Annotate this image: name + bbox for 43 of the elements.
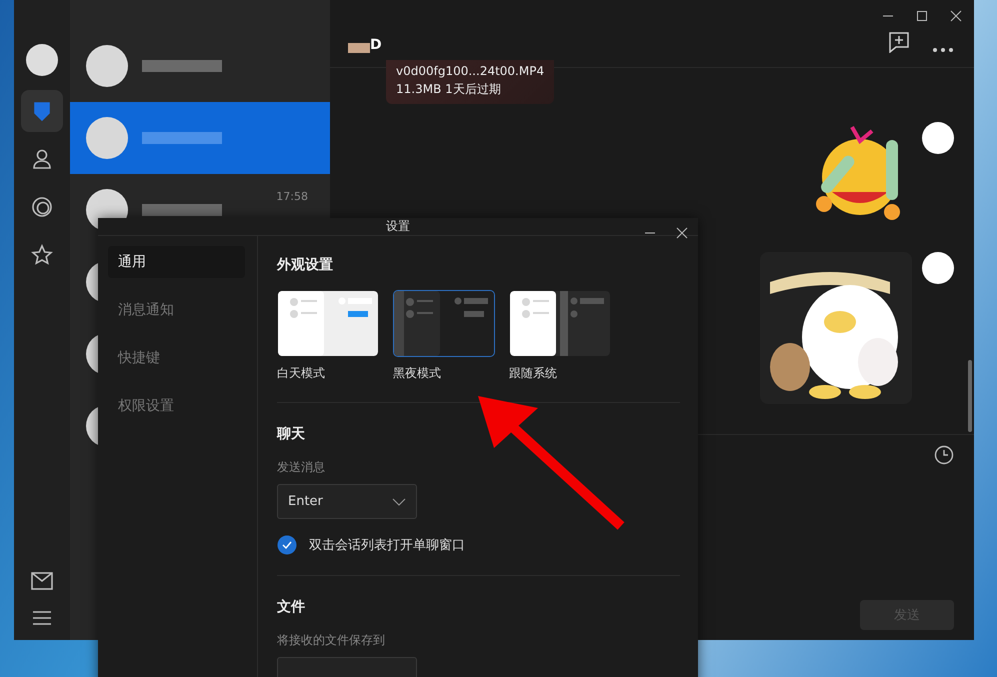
file-name: v0d00fg100...24t00.MP4	[396, 63, 544, 80]
more-icon[interactable]	[932, 47, 954, 53]
conversation-time: 17:58	[276, 190, 308, 203]
contact-name: D	[370, 37, 382, 53]
menu-icon[interactable]	[32, 610, 52, 626]
maximize-icon[interactable]	[916, 10, 928, 22]
send-key-dropdown[interactable]: Enter	[277, 484, 417, 519]
section-heading: 聊天	[277, 425, 305, 443]
add-chat-icon[interactable]	[888, 31, 910, 53]
theme-label: 黑夜模式	[393, 365, 442, 382]
clock-icon[interactable]	[934, 445, 954, 465]
theme-preview[interactable]	[509, 290, 611, 357]
avatar[interactable]	[26, 44, 58, 76]
avatar	[86, 45, 128, 87]
checkbox-label: 双击会话列表打开单聊窗口	[309, 537, 465, 554]
star-icon	[31, 244, 53, 266]
file-info: 11.3MB 1天后过期	[396, 81, 502, 98]
field-label: 发送消息	[277, 459, 325, 476]
settings-nav-item[interactable]: 快捷键	[108, 342, 245, 374]
theme-label: 跟随系统	[509, 365, 558, 382]
section-heading: 文件	[277, 598, 305, 616]
section-heading: 外观设置	[277, 256, 333, 274]
file-message[interactable]: v0d00fg100...24t00.MP4 11.3MB 1天后过期	[386, 60, 554, 104]
close-icon[interactable]	[950, 10, 962, 22]
checkbox[interactable]	[277, 535, 297, 555]
settings-nav-item[interactable]: 消息通知	[108, 294, 245, 326]
avatar	[922, 122, 954, 154]
field-label: 将接收的文件保存到	[277, 632, 385, 649]
theme-label: 白天模式	[277, 365, 326, 382]
chevron-down-icon	[392, 498, 406, 506]
chat-bubble-icon	[31, 100, 53, 122]
pixelated-name	[348, 43, 370, 53]
close-icon[interactable]	[676, 227, 688, 239]
avatar	[922, 252, 954, 284]
chat-tab[interactable]	[21, 90, 63, 132]
avatar	[86, 117, 128, 159]
dialog-title: 设置	[386, 218, 410, 235]
settings-nav-item[interactable]: 通用	[108, 246, 245, 278]
person-icon	[31, 148, 53, 170]
settings-nav-item[interactable]: 权限设置	[108, 390, 245, 422]
theme-preview[interactable]	[277, 290, 379, 357]
ring-icon	[31, 196, 53, 218]
mail-icon[interactable]	[31, 572, 53, 590]
